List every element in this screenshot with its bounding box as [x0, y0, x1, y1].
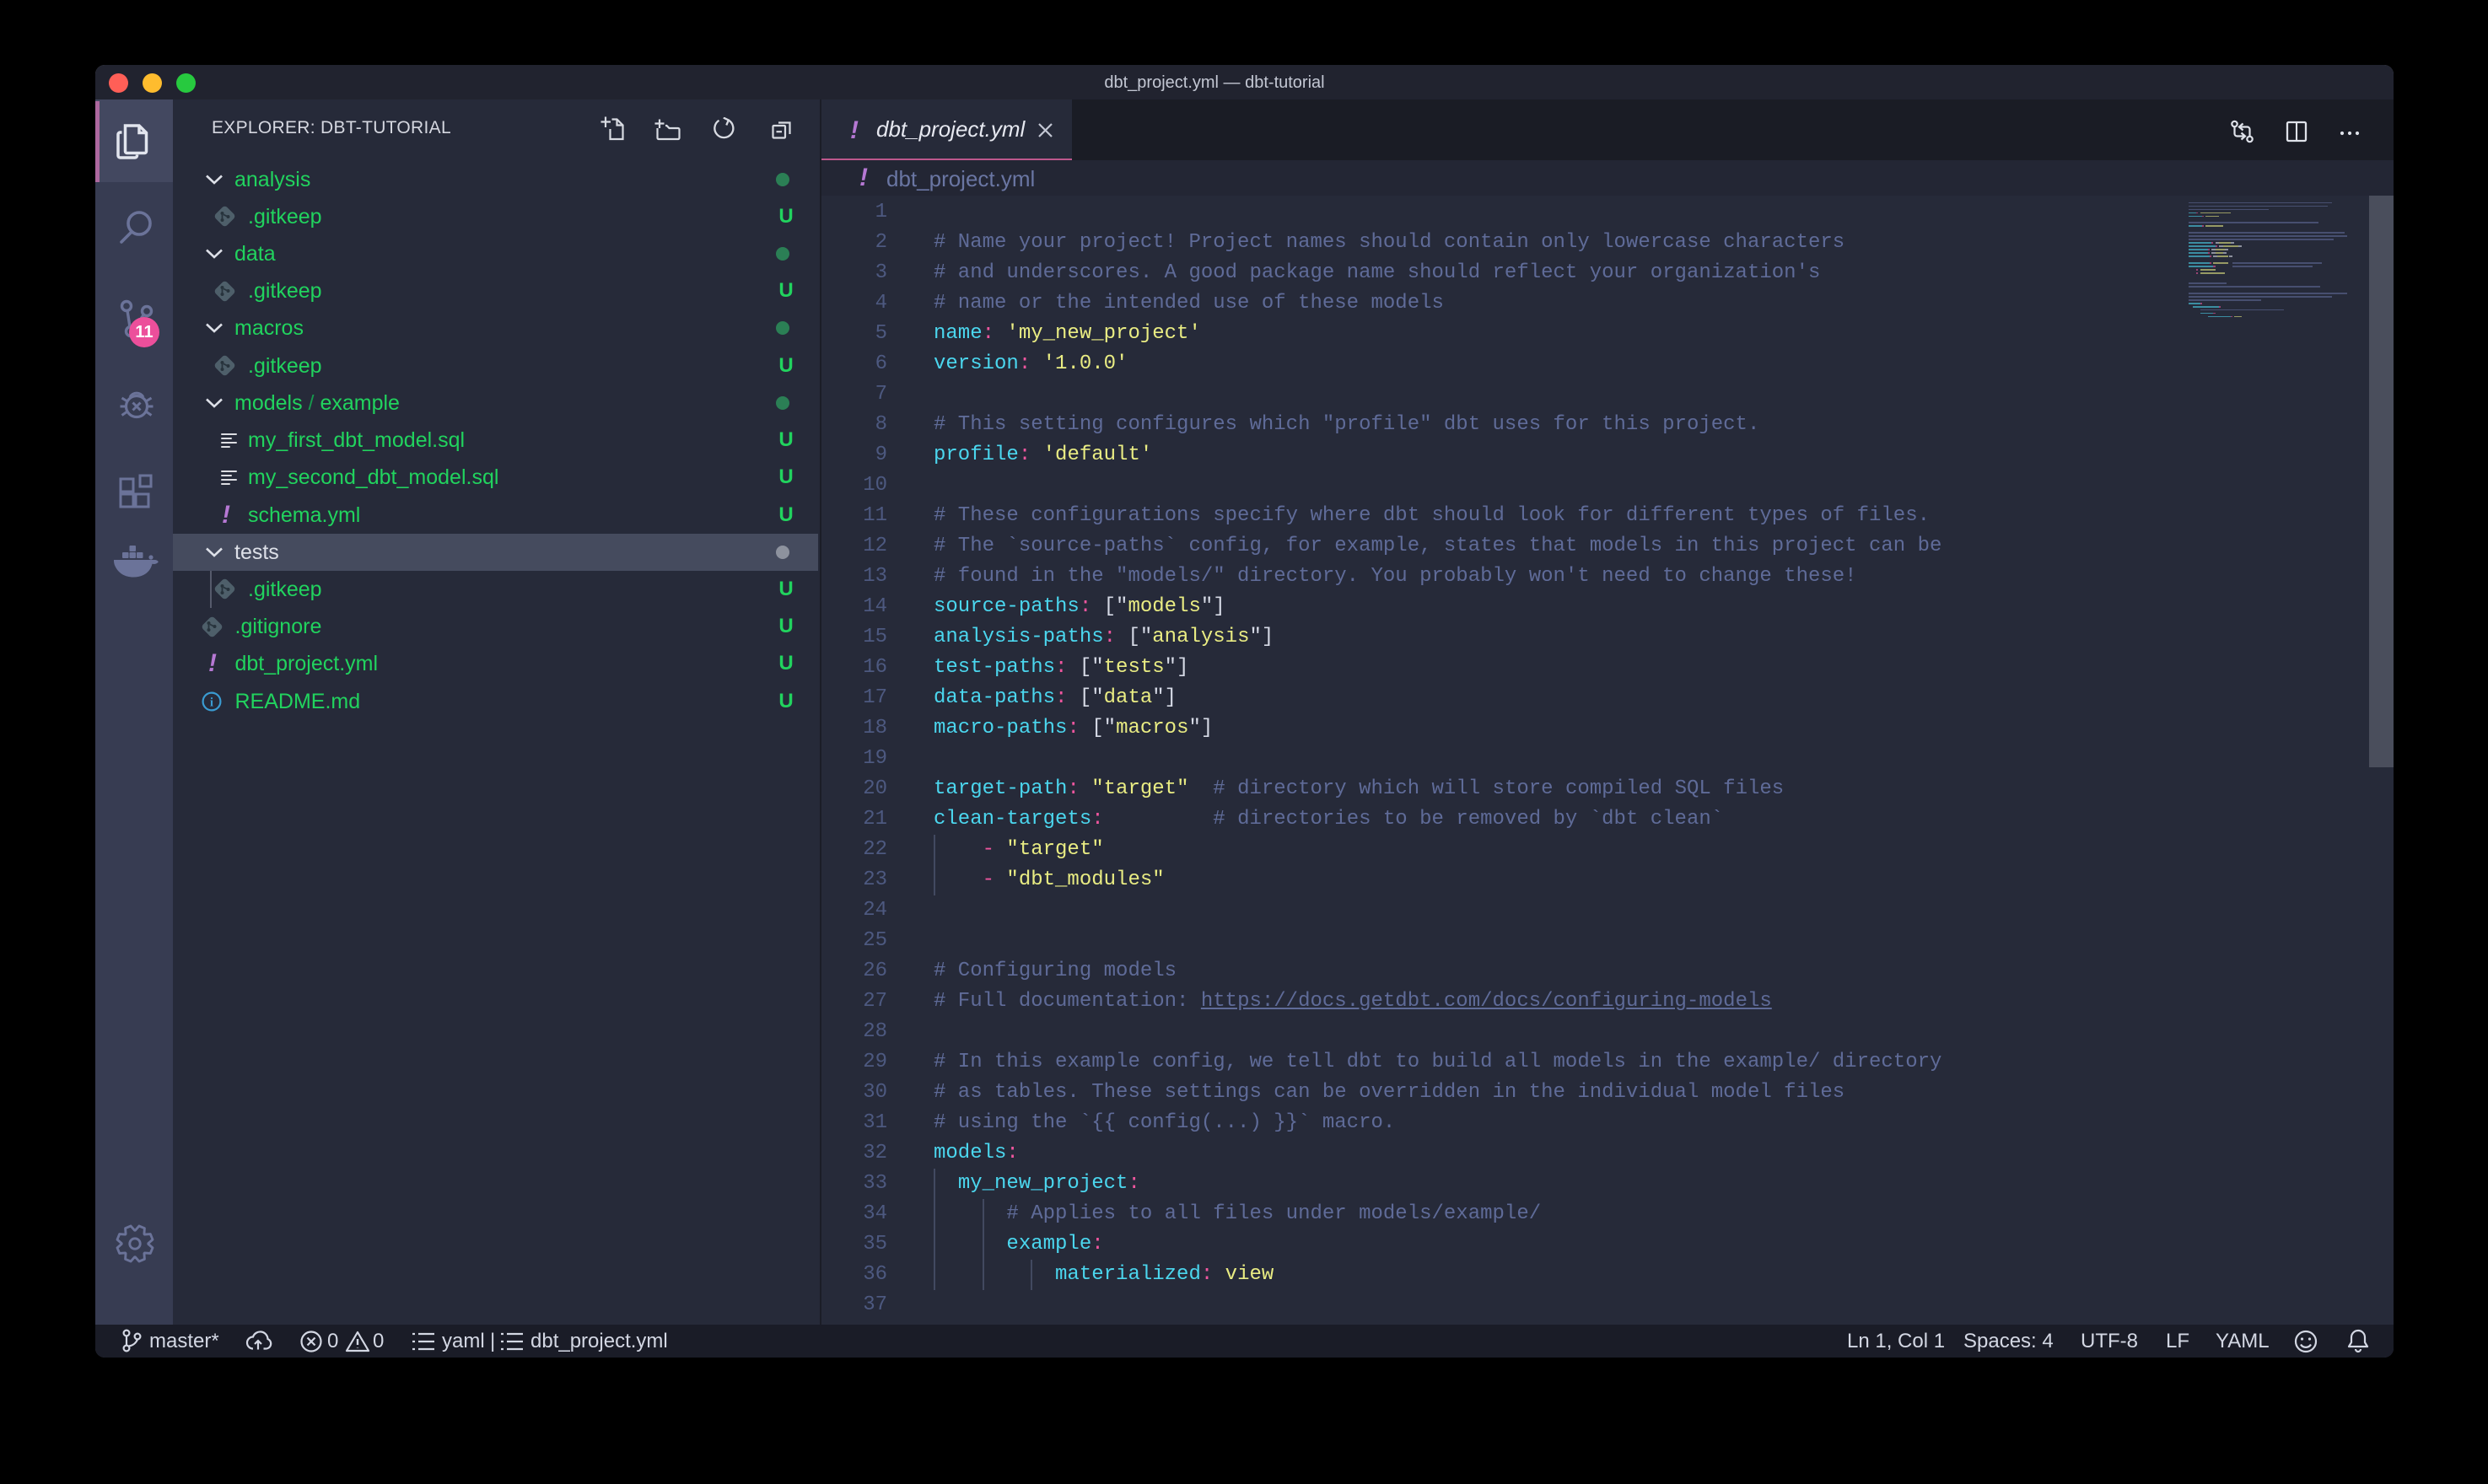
svg-text:i: i: [210, 696, 213, 709]
